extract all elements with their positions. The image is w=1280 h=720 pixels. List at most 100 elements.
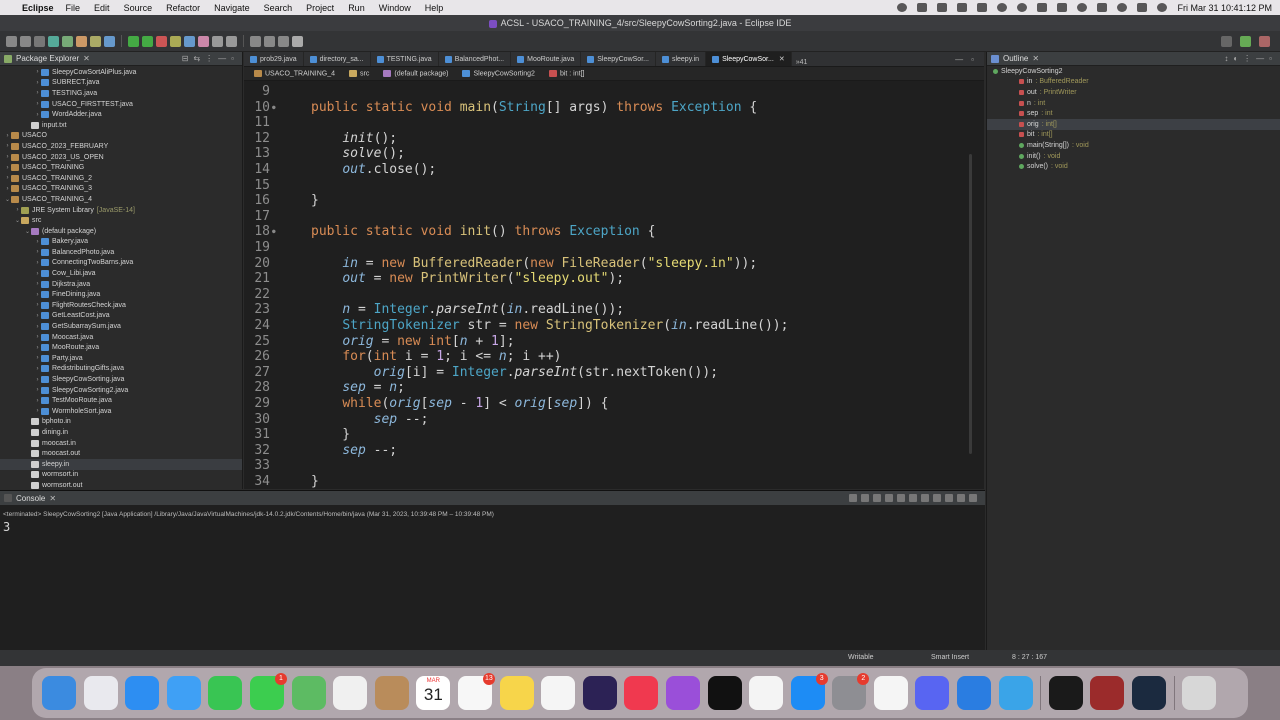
save-all-icon[interactable]	[34, 35, 45, 47]
back-icon[interactable]	[212, 35, 223, 47]
minimize-icon[interactable]	[957, 494, 965, 502]
close-icon[interactable]: ✕	[1032, 54, 1039, 63]
expand-arrow-icon[interactable]: ⌄	[24, 228, 31, 235]
maximize-icon[interactable]: ▫	[1269, 54, 1272, 63]
code-line[interactable]: 10 ● public static void main(String[] args…	[244, 100, 984, 116]
steam-icon[interactable]	[1132, 676, 1167, 710]
launchpad-icon[interactable]	[83, 676, 118, 710]
external-tools-icon[interactable]	[156, 35, 167, 47]
clear-console-icon[interactable]	[885, 494, 893, 502]
tree-item[interactable]: › FineDining.java	[0, 289, 242, 300]
breadcrumb-item[interactable]: bit : int[]	[548, 69, 584, 77]
eclipse-icon[interactable]	[582, 676, 617, 710]
user-icon[interactable]	[1117, 3, 1128, 12]
tab-overflow-indicator[interactable]: »41	[792, 59, 812, 66]
mail-icon[interactable]	[166, 676, 201, 710]
tree-item[interactable]: › USACO_2023_FEBRUARY	[0, 141, 242, 152]
collapse-arrow-icon[interactable]: ›	[34, 345, 41, 351]
code-line[interactable]: 14 out.close();	[244, 162, 984, 178]
terminate-icon[interactable]	[849, 494, 857, 502]
collapse-arrow-icon[interactable]: ›	[34, 408, 41, 414]
breadcrumb-item[interactable]: (default package)	[383, 69, 448, 77]
new-class-icon[interactable]	[76, 35, 87, 47]
tree-item[interactable]: › Party.java	[0, 353, 242, 364]
collapse-arrow-icon[interactable]: ›	[34, 302, 41, 308]
wifi-icon[interactable]	[1077, 3, 1088, 12]
debug-icon[interactable]	[128, 35, 139, 47]
collapse-arrow-icon[interactable]: ›	[34, 69, 41, 75]
tree-item[interactable]: › ConnectingTwoBarns.java	[0, 258, 242, 269]
terminal-icon[interactable]	[1048, 676, 1083, 710]
play-icon[interactable]	[1017, 3, 1028, 12]
outline-item[interactable]: n: int	[987, 98, 1280, 109]
code-line[interactable]: 28 sep = n;	[244, 380, 984, 396]
control-center-icon[interactable]	[1137, 3, 1148, 12]
tree-item[interactable]: › Bakery.java	[0, 237, 242, 248]
collapse-all-icon[interactable]: ⊟	[182, 54, 189, 63]
build-icon[interactable]	[170, 35, 181, 47]
app-menu-eclipse[interactable]: Eclipse	[22, 3, 54, 13]
breadcrumb-item[interactable]: SleepyCowSorting2	[462, 69, 535, 77]
tree-item[interactable]: › TESTING.java	[0, 88, 242, 99]
prev-annotation-icon[interactable]	[264, 35, 275, 47]
new-icon[interactable]	[6, 35, 17, 47]
tree-item[interactable]: › JRE System Library [JavaSE-14]	[0, 205, 242, 216]
collapse-arrow-icon[interactable]: ›	[4, 154, 11, 160]
expand-arrow-icon[interactable]: ⌄	[4, 196, 11, 203]
calendar-icon[interactable]: MAR 31	[416, 676, 451, 710]
tree-item[interactable]: › BalancedPhoto.java	[0, 247, 242, 258]
tree-item[interactable]: ⌄ USACO_TRAINING_4	[0, 194, 242, 205]
code-line[interactable]: 31 }	[244, 427, 984, 443]
tree-item[interactable]: dining.in	[0, 427, 242, 438]
notes-icon[interactable]	[499, 676, 534, 710]
new-package-icon[interactable]	[62, 35, 73, 47]
music-icon[interactable]	[624, 676, 659, 710]
editor-tab[interactable]: TESTING.java	[371, 52, 439, 66]
discord-icon[interactable]	[915, 676, 950, 710]
siri-icon[interactable]	[1157, 3, 1168, 12]
maximize-icon[interactable]	[969, 494, 977, 502]
dictionary-icon[interactable]	[1090, 676, 1125, 710]
collapse-arrow-icon[interactable]: ›	[34, 112, 41, 118]
maps-icon[interactable]	[291, 676, 326, 710]
tree-item[interactable]: sleepy.in	[0, 458, 242, 470]
tree-item[interactable]: ⌄ (default package)	[0, 226, 242, 237]
collapse-arrow-icon[interactable]: ›	[34, 281, 41, 287]
chrome-icon[interactable]	[873, 676, 908, 710]
outline-item[interactable]: in: BufferedReader	[987, 77, 1280, 88]
tree-item[interactable]: › WormholeSort.java	[0, 406, 242, 417]
messages-icon[interactable]: 1	[249, 673, 287, 710]
code-line[interactable]: 24 StringTokenizer str = new StringToken…	[244, 318, 984, 334]
menu-clock[interactable]: Fri Mar 31 10:41:12 PM	[1177, 3, 1272, 13]
view-menu-icon[interactable]: ⋮	[1243, 54, 1251, 63]
collapse-arrow-icon[interactable]: ›	[34, 90, 41, 96]
display-console-icon[interactable]	[933, 494, 941, 502]
console-tab[interactable]: Console ✕	[0, 491, 985, 505]
collapse-arrow-icon[interactable]: ›	[34, 387, 41, 393]
package-explorer-tab[interactable]: Package Explorer ✕ ⊟ ⇆ ⋮ — ▫	[0, 52, 242, 66]
tree-item[interactable]: › FlightRoutesCheck.java	[0, 300, 242, 311]
tree-item[interactable]: wormsort.out	[0, 480, 242, 489]
podcasts-icon[interactable]	[665, 676, 700, 710]
perspective-icon[interactable]	[1240, 36, 1251, 47]
insert-mode-status[interactable]: Smart Insert	[931, 654, 969, 661]
collapse-arrow-icon[interactable]: ›	[34, 292, 41, 298]
breadcrumb-item[interactable]: src	[349, 69, 369, 77]
collapse-arrow-icon[interactable]: ›	[34, 324, 41, 330]
minimize-icon[interactable]: —	[955, 55, 963, 64]
view-menu-icon[interactable]: ⋮	[205, 54, 213, 63]
menu-project[interactable]: Project	[306, 3, 334, 13]
gear-menu-icon[interactable]	[937, 3, 948, 12]
code-line[interactable]: 29 while(orig[sep - 1] < orig[sep]) {	[244, 396, 984, 412]
code-line[interactable]: 34}	[244, 474, 984, 489]
remove-launch-icon[interactable]	[861, 494, 869, 502]
search-icon[interactable]	[1221, 36, 1232, 47]
tree-item[interactable]: › RedistributingGifts.java	[0, 364, 242, 375]
collapse-arrow-icon[interactable]: ›	[4, 143, 11, 149]
code-line[interactable]: 25 orig = new int[n + 1];	[244, 334, 984, 350]
outline-item[interactable]: out: PrintWriter	[987, 87, 1280, 98]
collapse-arrow-icon[interactable]: ›	[4, 165, 11, 171]
menu-window[interactable]: Window	[379, 3, 411, 13]
menu-refactor[interactable]: Refactor	[166, 3, 200, 13]
expand-arrow-icon[interactable]: ⌄	[14, 217, 21, 224]
